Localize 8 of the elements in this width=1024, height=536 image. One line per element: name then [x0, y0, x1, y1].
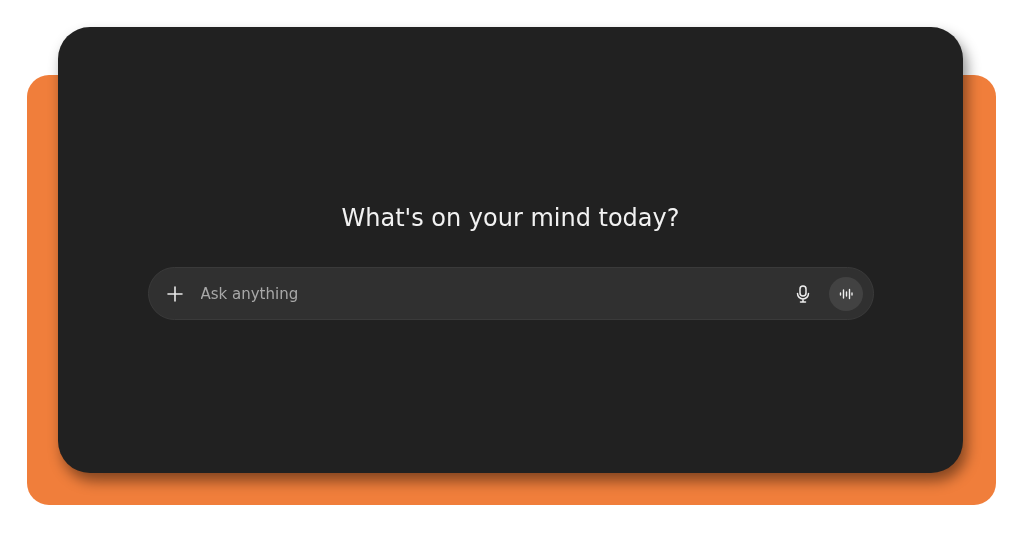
microphone-icon — [795, 284, 810, 303]
plus-icon — [166, 285, 183, 302]
heading: What's on your mind today? — [341, 203, 680, 234]
message-input[interactable]: Ask anything — [198, 283, 791, 304]
add-button[interactable] — [164, 283, 185, 304]
waveform-icon — [838, 286, 853, 301]
message-field[interactable]: Ask anything — [147, 267, 874, 320]
voice-mode-button[interactable] — [828, 276, 863, 311]
